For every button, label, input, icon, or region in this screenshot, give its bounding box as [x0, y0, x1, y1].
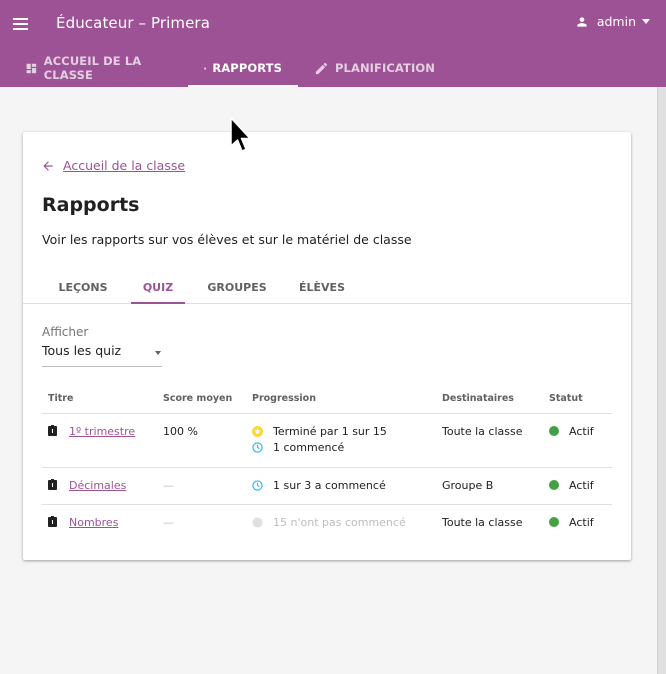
progress-text: 1 commencé — [273, 440, 345, 454]
quiz-link[interactable]: 1º trimestre — [69, 425, 135, 438]
col-title: Titre — [42, 384, 157, 414]
score-cell: — — [163, 515, 174, 529]
recipients-cell: Toute la classe — [436, 413, 543, 468]
tab-groups[interactable]: GROUPES — [199, 274, 275, 304]
chevron-down-icon — [642, 19, 650, 24]
page-description: Voir les rapports sur vos élèves et sur … — [42, 232, 412, 247]
tab-reports-label: RAPPORTS — [212, 61, 282, 75]
dashboard-icon — [26, 63, 37, 73]
dropdown-arrow-icon — [155, 351, 161, 355]
pencil-icon — [315, 62, 328, 74]
quiz-link[interactable]: Décimales — [69, 479, 126, 492]
star-icon — [252, 425, 263, 437]
not-started-icon — [252, 516, 263, 528]
tab-reports[interactable]: RAPPORTS — [188, 49, 298, 87]
recipients-cell: Groupe B — [436, 467, 543, 505]
quiz-icon — [48, 515, 57, 527]
tab-quiz[interactable]: QUIZ — [131, 274, 185, 304]
filter-label: Afficher — [42, 325, 89, 339]
clock-icon — [252, 441, 263, 453]
col-progress: Progression — [246, 384, 436, 414]
tab-class-home[interactable]: ACCUEIL DE LA CLASSE — [0, 49, 188, 87]
status-dot-icon — [549, 480, 559, 490]
recipients-cell: Toute la classe — [442, 515, 523, 529]
quiz-link[interactable]: Nombres — [69, 516, 118, 529]
status-dot-icon — [549, 517, 559, 527]
back-link[interactable]: Accueil de la classe — [41, 158, 185, 173]
clock-icon — [252, 479, 263, 491]
tab-planning[interactable]: PLANIFICATION — [298, 49, 451, 87]
menu-icon[interactable] — [11, 14, 31, 34]
score-cell: 100 % — [157, 413, 246, 468]
table-row: Décimales — 1 sur 3 a commencé Groupe B … — [42, 467, 612, 505]
tab-planning-label: PLANIFICATION — [335, 61, 435, 75]
mouse-cursor-icon — [230, 117, 251, 152]
col-recipients: Destinataires — [436, 384, 543, 414]
quiz-icon — [48, 478, 57, 490]
user-name: admin — [596, 14, 636, 29]
tab-class-home-label: ACCUEIL DE LA CLASSE — [43, 54, 142, 82]
scrollbar[interactable] — [657, 87, 666, 674]
app-title: Éducateur – Primera — [56, 14, 210, 32]
person-icon — [577, 16, 587, 27]
table-row: Nombres — 15 n'ont pas commencé Toute la… — [42, 504, 612, 541]
status-text: Actif — [569, 478, 594, 492]
col-status: Statut — [543, 384, 612, 414]
status-text: Actif — [569, 515, 594, 529]
col-score: Score moyen — [157, 384, 246, 414]
quiz-filter-select[interactable]: Tous les quiz — [42, 343, 162, 367]
nav-tabs: ACCUEIL DE LA CLASSE RAPPORTS PLANIFICAT… — [0, 49, 451, 87]
progress-text: Terminé par 1 sur 15 — [273, 424, 387, 438]
quiz-table: Titre Score moyen Progression Destinatai… — [42, 384, 612, 541]
user-menu[interactable]: admin — [575, 14, 650, 29]
reports-card: Accueil de la classe Rapports Voir les r… — [23, 132, 631, 560]
progress-text: 15 n'ont pas commencé — [273, 515, 406, 529]
status-text: Actif — [569, 424, 594, 438]
status-dot-icon — [549, 426, 559, 436]
table-row: 1º trimestre 100 % Terminé par 1 sur 15 … — [42, 413, 612, 468]
score-cell: — — [157, 467, 246, 505]
tab-learners[interactable]: ÉLÈVES — [293, 274, 351, 304]
progress-text: 1 sur 3 a commencé — [273, 478, 386, 492]
report-subtabs: LEÇONS QUIZ GROUPES ÉLÈVES — [23, 274, 631, 304]
arrow-back-icon — [43, 160, 53, 171]
filter-value: Tous les quiz — [42, 343, 122, 358]
quiz-icon — [48, 424, 57, 436]
bar-chart-icon — [204, 67, 207, 69]
tab-lessons[interactable]: LEÇONS — [47, 274, 119, 304]
back-link-label: Accueil de la classe — [63, 158, 186, 173]
app-bar: Éducateur – Primera admin ACCUEIL DE LA … — [0, 0, 666, 87]
page-title: Rapports — [42, 194, 140, 216]
